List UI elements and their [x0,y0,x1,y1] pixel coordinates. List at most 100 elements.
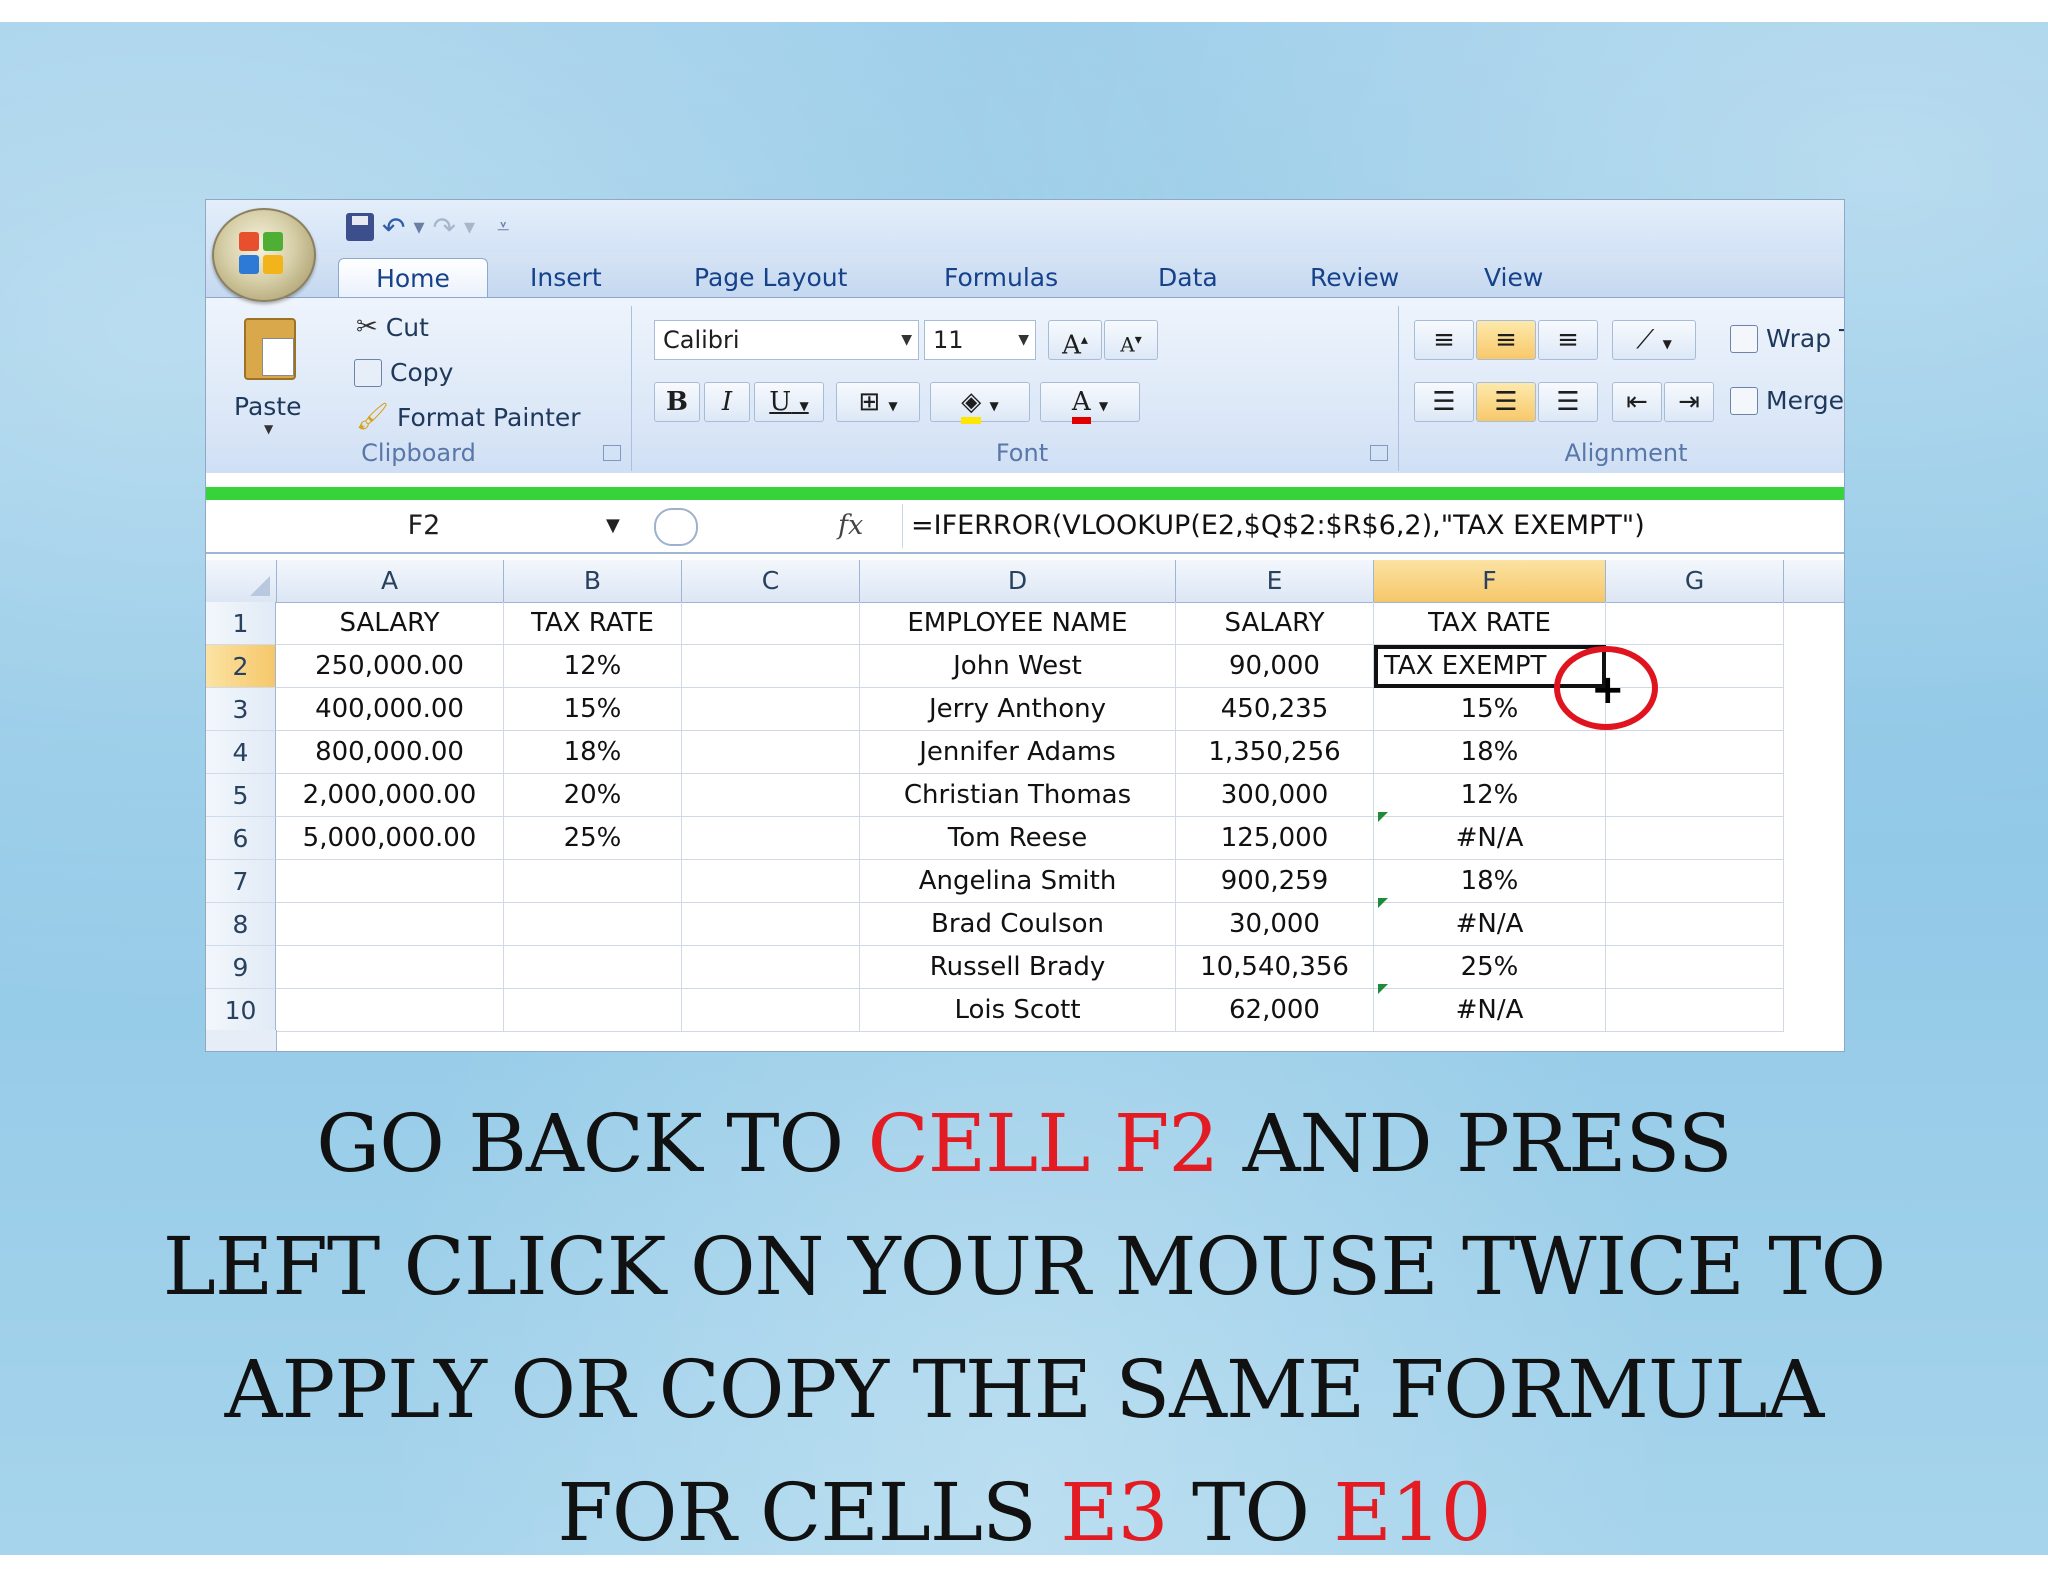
cell-c6[interactable] [682,817,860,860]
cell-d7[interactable]: Angelina Smith [860,860,1176,903]
cell-d3[interactable]: Jerry Anthony [860,688,1176,731]
column-header-b[interactable]: B [504,560,682,602]
select-all-button[interactable] [206,560,277,602]
redo-dropdown-icon[interactable]: ▾ [464,215,475,240]
borders-button[interactable]: ⊞ ▼ [836,382,920,422]
cell-b7[interactable] [504,860,682,903]
insert-function-icon[interactable]: fx [838,504,863,548]
cell-b2[interactable]: 12% [504,645,682,688]
cell-e7[interactable]: 900,259 [1176,860,1374,903]
cell-g8[interactable] [1606,903,1784,946]
office-button[interactable] [212,208,316,302]
column-header-c[interactable]: C [682,560,860,602]
wrap-text-button[interactable]: Wrap Text [1730,324,1844,353]
redo-icon[interactable]: ↷ [433,211,456,244]
cell-d1[interactable]: EMPLOYEE NAME [860,602,1176,645]
tab-formulas[interactable]: Formulas [930,258,1072,298]
cell-b10[interactable] [504,989,682,1032]
cell-a5[interactable]: 2,000,000.00 [276,774,504,817]
decrease-indent-button[interactable]: ⇤ [1612,382,1662,422]
cut-button[interactable]: ✂ Cut [356,312,429,342]
cell-c10[interactable] [682,989,860,1032]
cell-d4[interactable]: Jennifer Adams [860,731,1176,774]
cell-c5[interactable] [682,774,860,817]
cell-b4[interactable]: 18% [504,731,682,774]
increase-indent-button[interactable]: ⇥ [1664,382,1714,422]
cell-a9[interactable] [276,946,504,989]
align-left-button[interactable]: ☰ [1414,382,1474,422]
row-header-8[interactable]: 8 [206,903,276,946]
customize-qat-icon[interactable]: ⩡ [497,215,509,240]
align-bottom-button[interactable]: ≡ [1538,320,1598,360]
merge-center-button[interactable]: Merge & Center [1730,386,1844,415]
row-header-9[interactable]: 9 [206,946,276,989]
cell-f4[interactable]: 18% [1374,731,1606,774]
cell-e6[interactable]: 125,000 [1176,817,1374,860]
row-header-4[interactable]: 4 [206,731,276,774]
tab-page-layout[interactable]: Page Layout [680,258,861,298]
cell-f9[interactable]: 25% [1374,946,1606,989]
font-size-combo[interactable]: 11 ▼ [924,320,1036,360]
cell-g1[interactable] [1606,602,1784,645]
cell-d6[interactable]: Tom Reese [860,817,1176,860]
tab-view[interactable]: View [1470,258,1557,298]
cell-c1[interactable] [682,602,860,645]
cell-e1[interactable]: SALARY [1176,602,1374,645]
error-indicator-icon[interactable] [1378,812,1388,822]
fill-handle-cursor-icon[interactable]: + [1591,670,1625,710]
cell-g10[interactable] [1606,989,1784,1032]
cell-a4[interactable]: 800,000.00 [276,731,504,774]
row-header-5[interactable]: 5 [206,774,276,817]
cell-a10[interactable] [276,989,504,1032]
row-header-10[interactable]: 10 [206,989,276,1032]
font-color-button[interactable]: A ▼ [1040,382,1140,424]
align-right-button[interactable]: ☰ [1538,382,1598,422]
underline-button[interactable]: U ▼ [754,382,824,422]
cell-e9[interactable]: 10,540,356 [1176,946,1374,989]
cell-a2[interactable]: 250,000.00 [276,645,504,688]
row-header-6[interactable]: 6 [206,817,276,860]
align-top-button[interactable]: ≡ [1414,320,1474,360]
cell-g5[interactable] [1606,774,1784,817]
tab-home[interactable]: Home [338,258,488,298]
cell-d9[interactable]: Russell Brady [860,946,1176,989]
cell-a7[interactable] [276,860,504,903]
cell-d8[interactable]: Brad Coulson [860,903,1176,946]
row-header-7[interactable]: 7 [206,860,276,903]
column-header-d[interactable]: D [860,560,1176,602]
shrink-font-button[interactable]: A▾ [1104,320,1158,360]
cell-c2[interactable] [682,645,860,688]
column-header-g[interactable]: G [1606,560,1784,602]
tab-data[interactable]: Data [1144,258,1232,298]
cell-f5[interactable]: 12% [1374,774,1606,817]
format-painter-button[interactable]: 🖌 Format Painter [356,402,581,432]
name-box[interactable]: F2 [206,504,642,548]
font-launcher-icon[interactable] [1370,445,1388,461]
error-indicator-icon[interactable] [1378,898,1388,908]
font-name-combo[interactable]: Calibri ▼ [654,320,919,360]
column-header-e[interactable]: E [1176,560,1374,602]
row-header-3[interactable]: 3 [206,688,276,731]
cell-b1[interactable]: TAX RATE [504,602,682,645]
cell-d2[interactable]: John West [860,645,1176,688]
grow-font-button[interactable]: A▴ [1048,320,1102,361]
paste-button[interactable]: Paste ▼ [234,314,314,436]
formula-input[interactable]: =IFERROR(VLOOKUP(E2,$Q$2:$R$6,2),"TAX EX… [902,504,1645,548]
italic-button[interactable]: I [704,382,750,422]
cell-f10[interactable]: #N/A [1374,989,1606,1032]
copy-button[interactable]: Copy [354,358,453,387]
cell-d10[interactable]: Lois Scott [860,989,1176,1032]
cell-b9[interactable] [504,946,682,989]
name-box-dropdown-icon[interactable]: ▼ [606,504,620,548]
cell-a3[interactable]: 400,000.00 [276,688,504,731]
cell-e2[interactable]: 90,000 [1176,645,1374,688]
cell-e5[interactable]: 300,000 [1176,774,1374,817]
column-header-f[interactable]: F [1374,560,1606,602]
undo-icon[interactable]: ↶ [382,211,405,244]
cell-b6[interactable]: 25% [504,817,682,860]
undo-dropdown-icon[interactable]: ▾ [413,215,424,240]
orientation-button[interactable]: ⟋ ▼ [1612,320,1696,360]
bold-button[interactable]: B [654,382,700,422]
cell-b3[interactable]: 15% [504,688,682,731]
cell-a1[interactable]: SALARY [276,602,504,645]
